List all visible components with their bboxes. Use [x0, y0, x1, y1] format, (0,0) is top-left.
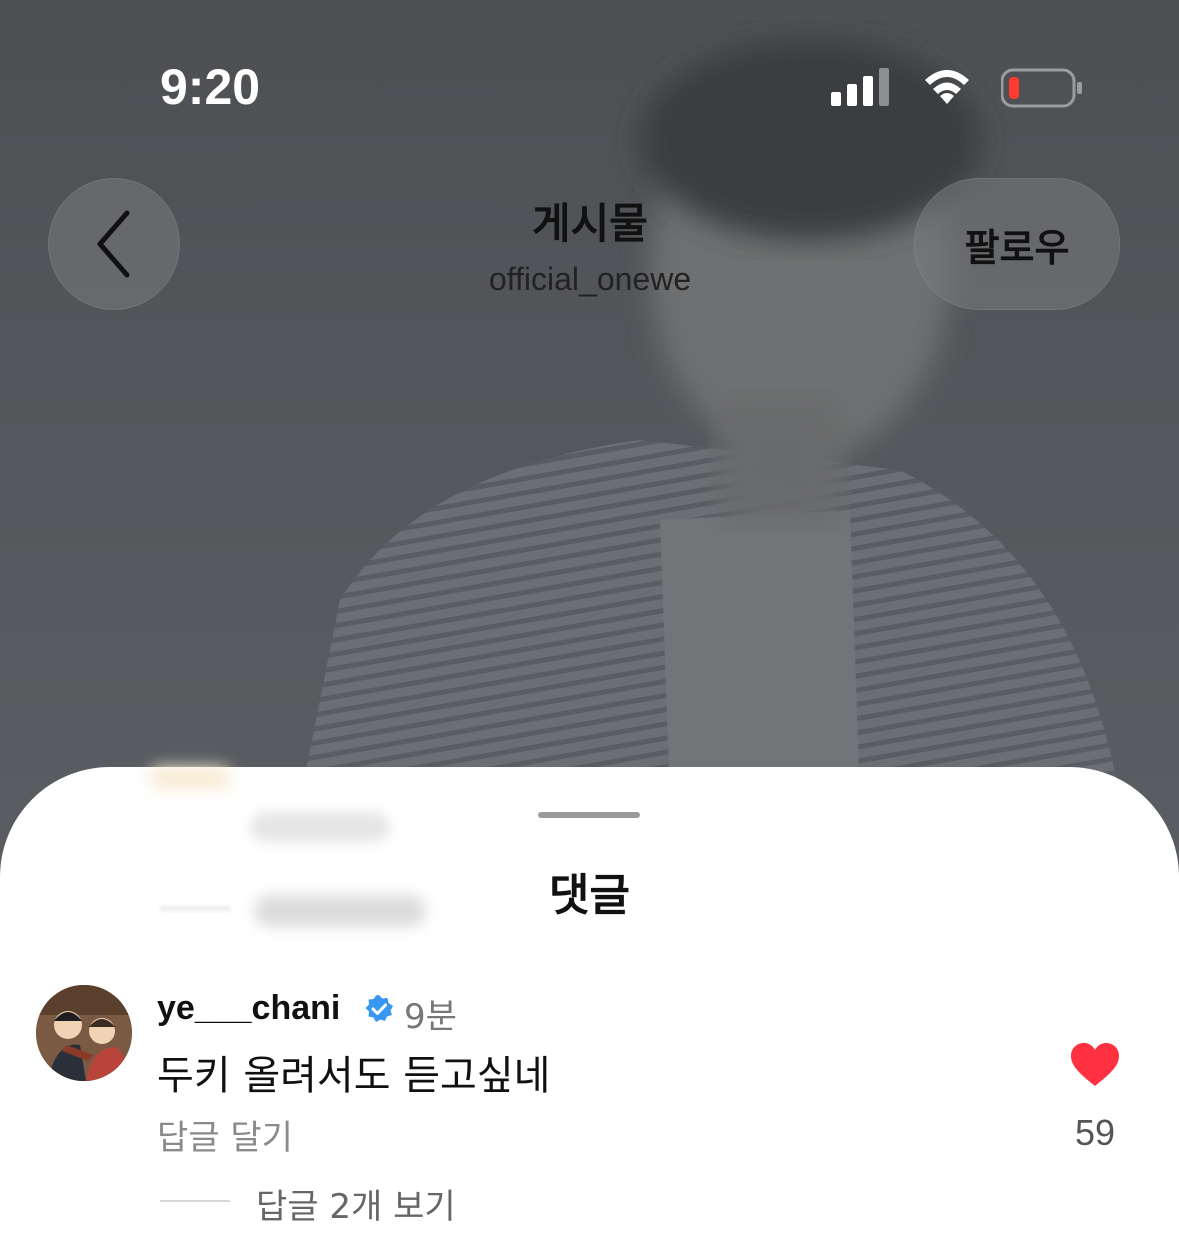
comment-username[interactable]: ye___chani — [157, 989, 340, 1028]
blurred-content — [250, 812, 390, 842]
header-title-group: 게시물 official_onewe — [390, 190, 790, 298]
blurred-content — [150, 767, 230, 789]
verified-badge-icon — [365, 995, 393, 1022]
avatar[interactable] — [36, 985, 132, 1081]
reply-button[interactable]: 답글 달기 — [157, 1110, 293, 1159]
page-title: 게시물 — [532, 199, 648, 248]
chevron-left-icon — [97, 210, 130, 278]
page-subtitle: official_onewe — [488, 261, 692, 297]
view-replies-button[interactable]: 답글 2개 보기 — [256, 1179, 456, 1228]
signal-icon — [831, 68, 889, 106]
battery-low-icon — [1001, 68, 1082, 108]
replies-divider — [160, 1200, 230, 1202]
sheet-title: 댓글 — [549, 870, 630, 921]
like-count: 59 — [1074, 1112, 1116, 1153]
wifi-icon — [925, 70, 969, 104]
comment-timestamp: 9분 — [404, 997, 457, 1037]
back-button[interactable] — [48, 178, 180, 310]
heart-filled-icon[interactable] — [1070, 1042, 1120, 1088]
status-time: 9:20 — [160, 59, 261, 115]
comments-sheet: 댓글 ye___chani 9분 두키 올려서도 듣고싶네 답글 달기 59 답… — [0, 767, 1179, 1256]
blurred-post-photo — [300, 40, 1120, 800]
follow-button[interactable]: 팔로우 — [914, 178, 1120, 310]
sheet-drag-handle[interactable] — [538, 812, 640, 818]
avatar-image — [36, 985, 132, 1081]
comment-text: 두키 올려서도 듣고싶네 — [157, 1053, 551, 1099]
